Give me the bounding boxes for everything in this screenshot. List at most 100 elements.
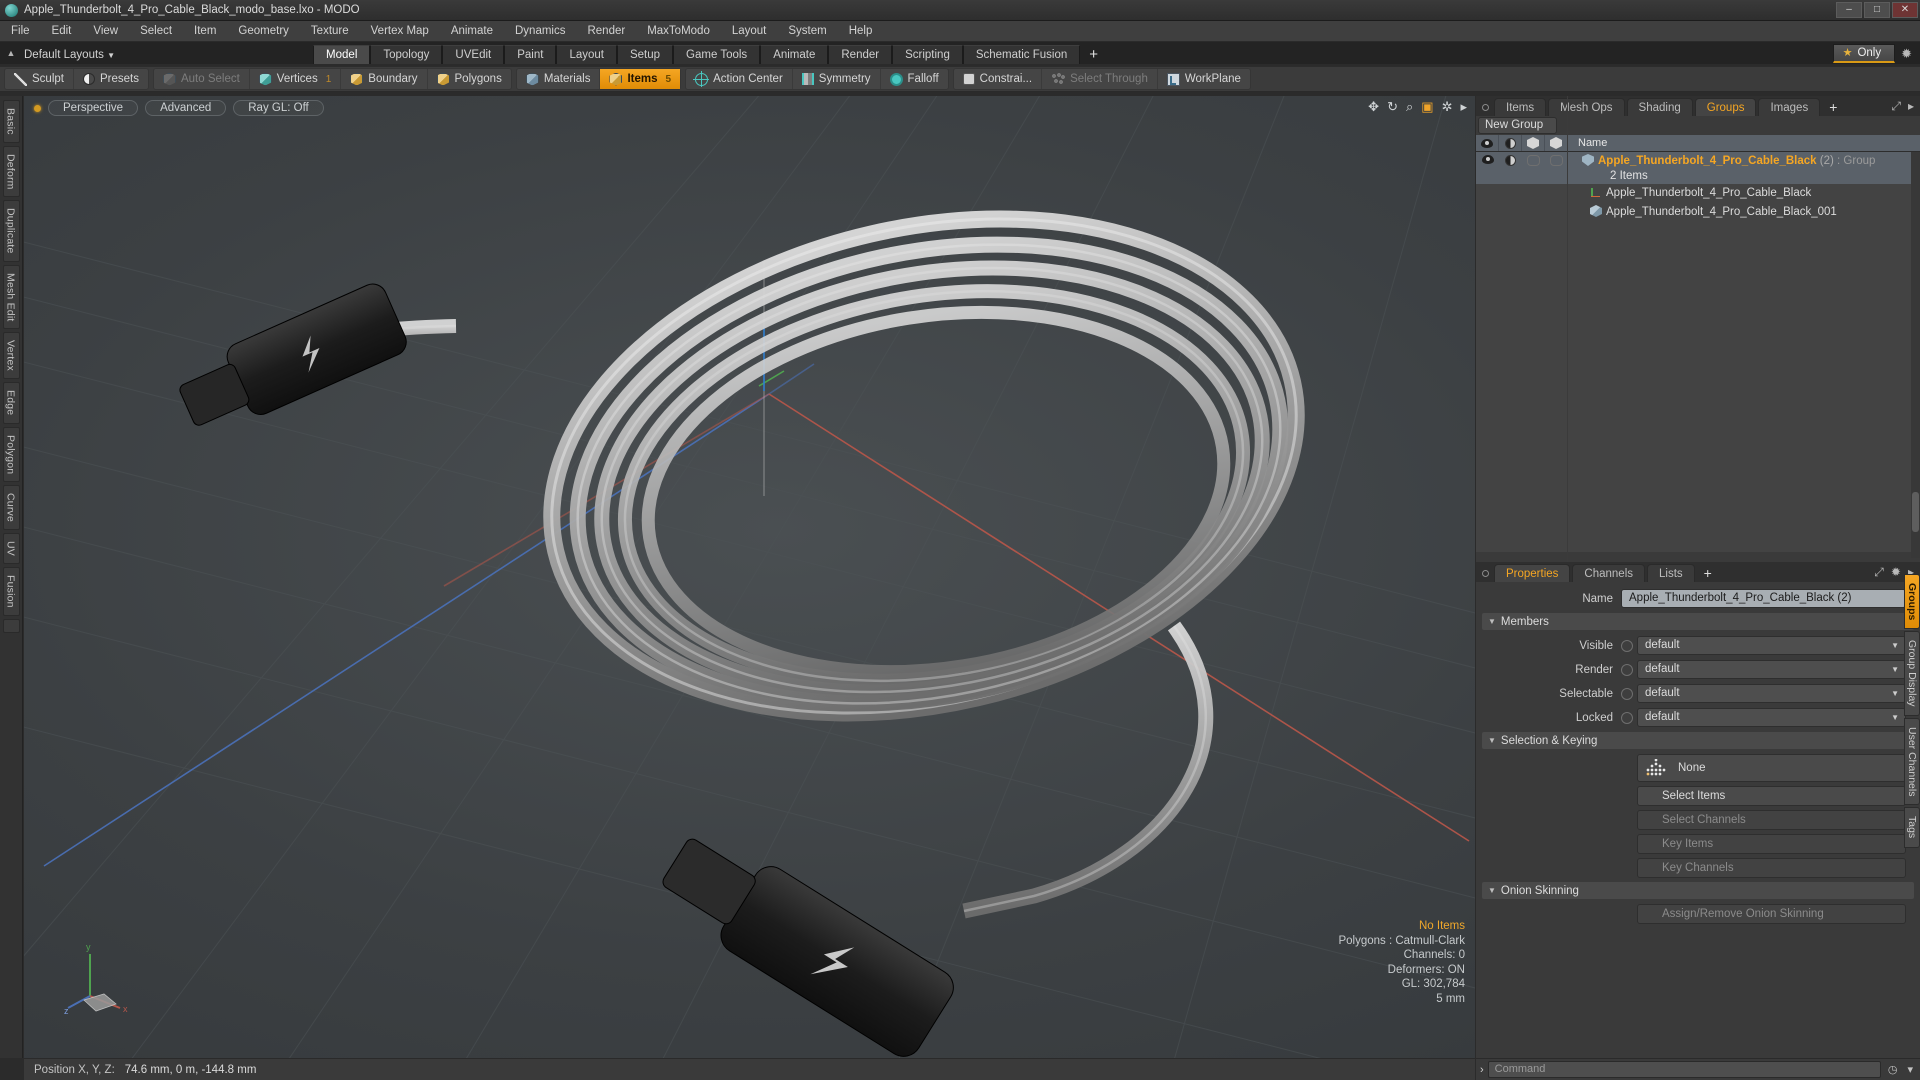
layout-tab-model[interactable]: Model — [313, 45, 370, 64]
selection-keying-section-header[interactable]: ▼ Selection & Keying — [1482, 732, 1914, 749]
options-icon[interactable]: ✲ — [1442, 99, 1453, 115]
tab-groups[interactable]: Groups — [1695, 98, 1757, 116]
polygons-button[interactable]: Polygons — [428, 69, 511, 89]
gear-icon[interactable]: ✹ — [1901, 46, 1912, 62]
symmetry-button[interactable]: Symmetry — [793, 69, 881, 89]
layout-tab-setup[interactable]: Setup — [617, 45, 673, 64]
menu-help[interactable]: Help — [838, 21, 884, 41]
add-layout-tab-button[interactable]: + — [1080, 45, 1107, 64]
materials-button[interactable]: Materials — [517, 69, 601, 89]
maximize-button[interactable]: □ — [1864, 2, 1890, 18]
tool-tab-mesh-edit[interactable]: Mesh Edit — [3, 265, 20, 330]
workplane-button[interactable]: WorkPlane — [1158, 69, 1250, 89]
visible-dropdown[interactable]: default ▼ — [1637, 636, 1906, 655]
members-section-header[interactable]: ▼ Members — [1482, 613, 1914, 630]
tab-shading[interactable]: Shading — [1627, 98, 1693, 116]
menu-system[interactable]: System — [777, 21, 837, 41]
items-button[interactable]: Items 5 — [600, 69, 680, 89]
selectable-radio[interactable] — [1621, 688, 1633, 700]
layout-tab-layout[interactable]: Layout — [556, 45, 617, 64]
tool-tab-duplicate[interactable]: Duplicate — [3, 200, 20, 262]
layout-tab-topology[interactable]: Topology — [370, 45, 442, 64]
menu-select[interactable]: Select — [129, 21, 183, 41]
tab-properties[interactable]: Properties — [1494, 564, 1570, 582]
side-tab-tags[interactable]: Tags — [1904, 807, 1920, 847]
onion-skinning-section-header[interactable]: ▼ Onion Skinning — [1482, 882, 1914, 899]
visible-radio[interactable] — [1621, 640, 1633, 652]
tool-tab-edge[interactable]: Edge — [3, 382, 20, 423]
render-dropdown[interactable]: default ▼ — [1637, 660, 1906, 679]
menu-layout[interactable]: Layout — [721, 21, 778, 41]
tool-tab-basic[interactable]: Basic — [3, 100, 20, 143]
tool-tab-curve[interactable]: Curve — [3, 485, 20, 530]
menu-geometry[interactable]: Geometry — [227, 21, 300, 41]
side-tab-groups[interactable]: Groups — [1904, 574, 1920, 629]
layout-collapse-icon[interactable]: ▲ — [0, 43, 22, 64]
render-radio[interactable] — [1621, 664, 1633, 676]
menu-edit[interactable]: Edit — [41, 21, 83, 41]
menu-animate[interactable]: Animate — [440, 21, 504, 41]
clock-icon[interactable]: ◷ — [1885, 1063, 1901, 1076]
axis-gizmo[interactable]: y x z — [64, 938, 144, 1018]
add-properties-tab-button[interactable]: + — [1697, 564, 1719, 582]
viewport-3d[interactable]: Perspective Advanced Ray GL: Off ✥ ↻ ⌕ ▣… — [24, 96, 1475, 1058]
expand-icon[interactable]: ⤢ — [1874, 565, 1884, 580]
selection-set-button[interactable]: None — [1637, 754, 1906, 782]
command-input[interactable]: Command — [1488, 1061, 1881, 1078]
tab-lists[interactable]: Lists — [1647, 564, 1695, 582]
layout-tab-paint[interactable]: Paint — [504, 45, 556, 64]
action-center-button[interactable]: Action Center — [686, 69, 793, 89]
name-input[interactable]: Apple_Thunderbolt_4_Pro_Cable_Black (2) — [1621, 589, 1906, 608]
zoom-icon[interactable]: ⌕ — [1406, 99, 1413, 115]
group-tree-empty-area[interactable] — [1476, 222, 1920, 552]
menu-maxtomodo[interactable]: MaxToModo — [636, 21, 721, 41]
tool-tab-vertex[interactable]: Vertex — [3, 332, 20, 379]
falloff-button[interactable]: Falloff — [881, 69, 948, 89]
layout-tab-scripting[interactable]: Scripting — [892, 45, 963, 64]
select-through-button[interactable]: Select Through — [1042, 69, 1158, 89]
tool-tab-deform[interactable]: Deform — [3, 146, 20, 198]
presets-button[interactable]: Presets — [74, 69, 148, 89]
menu-texture[interactable]: Texture — [300, 21, 360, 41]
side-tab-group-display[interactable]: Group Display — [1904, 631, 1920, 716]
tab-channels[interactable]: Channels — [1572, 564, 1645, 582]
tool-tab-polygon[interactable]: Polygon — [3, 427, 20, 482]
locked-radio[interactable] — [1621, 712, 1633, 724]
group-tree-scrollbar[interactable] — [1911, 152, 1920, 558]
tab-images[interactable]: Images — [1758, 98, 1820, 116]
layout-tab-render[interactable]: Render — [828, 45, 892, 64]
chevron-right-icon[interactable]: ▸ — [1908, 99, 1914, 114]
menu-dynamics[interactable]: Dynamics — [504, 21, 576, 41]
viewport-state-dot[interactable] — [34, 105, 41, 112]
locked-dropdown[interactable]: default ▼ — [1637, 708, 1906, 727]
selectable-dropdown[interactable]: default ▼ — [1637, 684, 1906, 703]
layout-tab-game-tools[interactable]: Game Tools — [673, 45, 760, 64]
viewport-shading-button[interactable]: Advanced — [145, 100, 226, 116]
menu-render[interactable]: Render — [576, 21, 636, 41]
close-button[interactable]: ✕ — [1892, 2, 1918, 18]
only-toggle-button[interactable]: ★ Only — [1833, 44, 1896, 63]
menu-vertex-map[interactable]: Vertex Map — [360, 21, 440, 41]
side-tab-user-channels[interactable]: User Channels — [1904, 718, 1920, 805]
expand-icon[interactable]: ⤢ — [1891, 99, 1901, 114]
layout-tab-uvedit[interactable]: UVEdit — [442, 45, 504, 64]
menu-view[interactable]: View — [82, 21, 129, 41]
sculpt-button[interactable]: Sculpt — [5, 69, 74, 89]
menu-file[interactable]: File — [0, 21, 41, 41]
menu-icon[interactable]: ▾ — [1904, 1063, 1916, 1076]
menu-item[interactable]: Item — [183, 21, 227, 41]
viewport-projection-button[interactable]: Perspective — [48, 100, 138, 116]
viewport-raygl-button[interactable]: Ray GL: Off — [233, 100, 324, 116]
chevron-right-icon[interactable]: ▸ — [1460, 99, 1467, 115]
constraint-button[interactable]: Constrai... — [954, 69, 1042, 89]
tool-tab-fusion[interactable]: Fusion — [3, 567, 20, 616]
tool-tab-extra[interactable] — [3, 619, 20, 633]
panel-menu-dot-icon[interactable] — [1482, 570, 1489, 577]
layout-tab-animate[interactable]: Animate — [760, 45, 828, 64]
minimize-button[interactable]: – — [1836, 2, 1862, 18]
auto-select-button[interactable]: Auto Select — [154, 69, 250, 89]
rotate-icon[interactable]: ↻ — [1387, 99, 1398, 115]
scrollbar-thumb[interactable] — [1912, 492, 1919, 532]
add-panel-tab-button[interactable]: + — [1822, 98, 1844, 116]
tool-tab-uv[interactable]: UV — [3, 533, 20, 564]
